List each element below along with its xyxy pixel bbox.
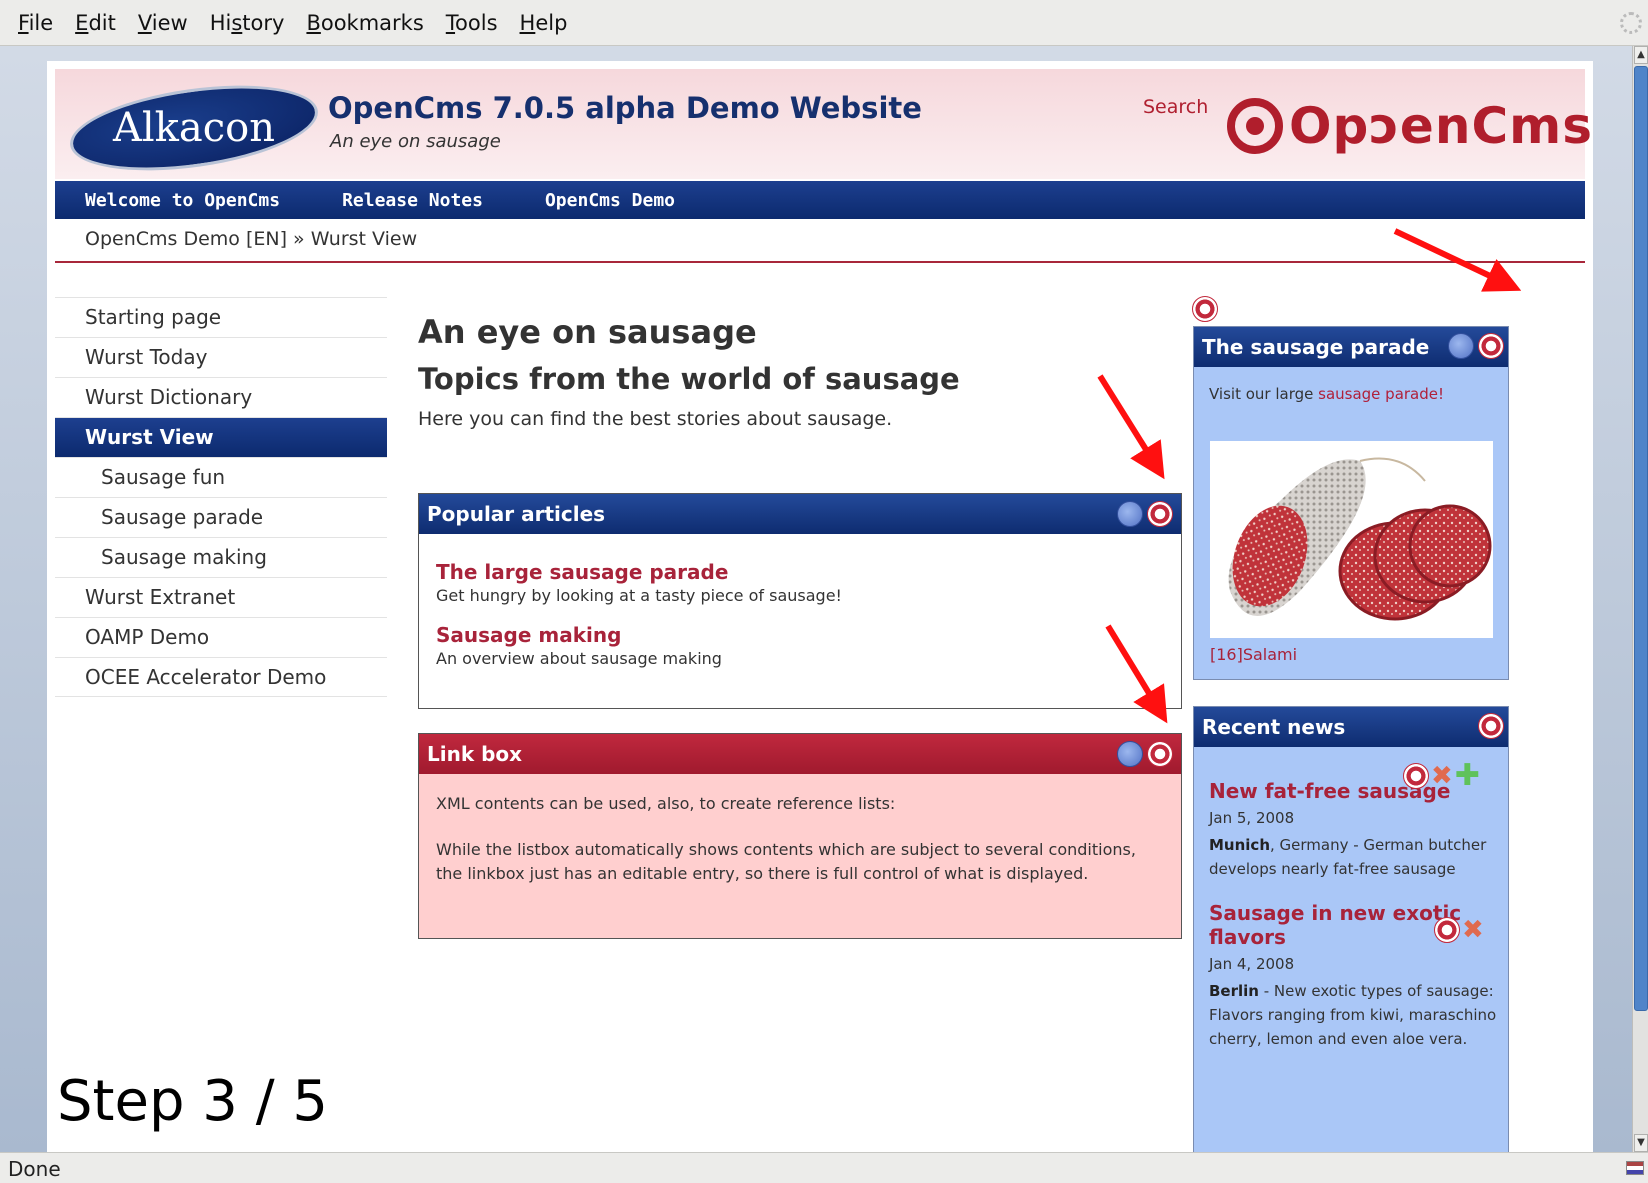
link-box-text: While the listbox automatically shows co… bbox=[436, 840, 1136, 883]
breadcrumb[interactable]: OpenCms Demo [EN] » Wurst View bbox=[85, 228, 417, 250]
sidebar-item-sausage-making[interactable]: Sausage making bbox=[55, 537, 387, 577]
edit-page-icon[interactable] bbox=[1192, 296, 1218, 322]
nav-release-notes[interactable]: Release Notes bbox=[342, 190, 483, 211]
page-subheading: Topics from the world of sausage bbox=[418, 362, 960, 396]
web-page: Alkacon OpenCms 7.0.5 alpha Demo Website… bbox=[47, 61, 1593, 1152]
sidebar-nav: Starting page Wurst Today Wurst Dictionary… bbox=[55, 297, 387, 697]
menu-file[interactable]: File bbox=[18, 11, 53, 35]
sidebar-item-sausage-parade[interactable]: Sausage parade bbox=[55, 497, 387, 537]
move-icon[interactable] bbox=[1117, 501, 1143, 527]
article-link[interactable]: Sausage making bbox=[436, 623, 1181, 647]
popular-articles-box: Popular articles The large sausage parad… bbox=[418, 493, 1182, 709]
alkacon-logo-text: Alkacon bbox=[112, 105, 276, 152]
scroll-thumb[interactable] bbox=[1634, 66, 1648, 1011]
site-header: Alkacon OpenCms 7.0.5 alpha Demo Website… bbox=[55, 69, 1592, 185]
menu-tools[interactable]: Tools bbox=[446, 11, 498, 35]
browser-viewport: Alkacon OpenCms 7.0.5 alpha Demo Website… bbox=[0, 46, 1632, 1152]
delete-icon[interactable]: ✖ bbox=[1462, 917, 1484, 943]
nav-welcome[interactable]: Welcome to OpenCms bbox=[85, 190, 280, 211]
salami-picture bbox=[1228, 457, 1492, 621]
throbber-icon bbox=[1620, 12, 1642, 34]
visit-text: Visit our large bbox=[1209, 385, 1319, 403]
vertical-scrollbar[interactable]: ▲ ▼ bbox=[1632, 46, 1648, 1152]
opencms-logo[interactable]: OpɔenCms bbox=[1227, 97, 1593, 155]
news-edit-toolbar: ✖ ✚ bbox=[1403, 761, 1480, 791]
sidebar-item-wurst-view[interactable]: Wurst View bbox=[55, 417, 387, 457]
scroll-down-icon[interactable]: ▼ bbox=[1634, 1134, 1648, 1152]
parade-link[interactable]: sausage parade! bbox=[1318, 385, 1444, 403]
sidebar-item-wurst-dictionary[interactable]: Wurst Dictionary bbox=[55, 377, 387, 417]
breadcrumb-divider bbox=[55, 261, 1585, 263]
search-link[interactable]: Search bbox=[1143, 96, 1208, 118]
sidebar-item-ocee-accelerator-demo[interactable]: OCEE Accelerator Demo bbox=[55, 657, 387, 697]
article-link[interactable]: The large sausage parade bbox=[436, 560, 1181, 584]
recent-news-box: Recent news New fat-free sausage Jan 5, … bbox=[1193, 706, 1509, 1152]
edit-icon[interactable] bbox=[1403, 763, 1429, 789]
status-bar: Done bbox=[0, 1152, 1648, 1183]
news-place: Munich bbox=[1209, 836, 1270, 854]
recent-news-title: Recent news bbox=[1202, 715, 1346, 739]
salami-caption[interactable]: [16]Salami bbox=[1210, 645, 1297, 664]
status-text: Done bbox=[8, 1157, 61, 1181]
article-desc: An overview about sausage making bbox=[436, 649, 722, 668]
sausage-parade-title: The sausage parade bbox=[1202, 335, 1430, 359]
menu-bookmarks[interactable]: Bookmarks bbox=[306, 11, 423, 35]
sidebar-item-starting-page[interactable]: Starting page bbox=[55, 297, 387, 337]
edit-icon[interactable] bbox=[1434, 917, 1460, 943]
sidebar-item-oamp-demo[interactable]: OAMP Demo bbox=[55, 617, 387, 657]
edit-icon[interactable] bbox=[1147, 741, 1173, 767]
move-icon[interactable] bbox=[1448, 333, 1474, 359]
link-box-title: Link box bbox=[427, 742, 523, 766]
page-intro: Here you can find the best stories about… bbox=[418, 408, 893, 430]
link-box: Link box XML contents can be used, also,… bbox=[418, 733, 1182, 939]
edit-icon[interactable] bbox=[1478, 713, 1504, 739]
add-icon[interactable]: ✚ bbox=[1455, 761, 1480, 791]
menu-view[interactable]: View bbox=[138, 11, 188, 35]
news-date: Jan 5, 2008 bbox=[1209, 809, 1295, 827]
opencms-logo-text: OpɔenCms bbox=[1289, 97, 1593, 155]
sidebar-item-wurst-extranet[interactable]: Wurst Extranet bbox=[55, 577, 387, 617]
step-indicator: Step 3 / 5 bbox=[57, 1069, 329, 1134]
salami-image[interactable] bbox=[1210, 441, 1493, 638]
top-nav: Welcome to OpenCms Release Notes OpenCms… bbox=[55, 181, 1585, 219]
news-body: Munich, Germany - German butcher develop… bbox=[1209, 833, 1499, 881]
article-desc: Get hungry by looking at a tasty piece o… bbox=[436, 586, 842, 605]
edit-icon[interactable] bbox=[1478, 333, 1504, 359]
scroll-up-icon[interactable]: ▲ bbox=[1634, 46, 1648, 64]
sidebar-item-sausage-fun[interactable]: Sausage fun bbox=[55, 457, 387, 497]
delete-icon[interactable]: ✖ bbox=[1431, 763, 1453, 789]
site-title: OpenCms 7.0.5 alpha Demo Website bbox=[328, 91, 922, 125]
menu-edit[interactable]: Edit bbox=[75, 11, 116, 35]
opencms-eye-icon bbox=[1227, 98, 1283, 154]
move-icon[interactable] bbox=[1117, 741, 1143, 767]
parade-visit-text: Visit our large sausage parade! bbox=[1209, 385, 1508, 403]
nav-opencms-demo[interactable]: OpenCms Demo bbox=[545, 190, 675, 211]
menu-help[interactable]: Help bbox=[520, 11, 568, 35]
news-place: Berlin bbox=[1209, 982, 1259, 1000]
sausage-parade-box: The sausage parade Visit our large sausa… bbox=[1193, 326, 1509, 680]
news-edit-toolbar: ✖ bbox=[1434, 917, 1484, 943]
link-box-text: XML contents can be used, also, to creat… bbox=[436, 794, 896, 813]
page-heading: An eye on sausage bbox=[418, 313, 757, 351]
news-body: Berlin - New exotic types of sausage: Fl… bbox=[1209, 979, 1499, 1051]
edit-icon[interactable] bbox=[1147, 501, 1173, 527]
popular-articles-title: Popular articles bbox=[427, 502, 606, 526]
site-subtitle: An eye on sausage bbox=[330, 131, 501, 152]
browser-menubar: File Edit View History Bookmarks Tools Help bbox=[0, 0, 1648, 46]
sidebar-item-wurst-today[interactable]: Wurst Today bbox=[55, 337, 387, 377]
menu-history[interactable]: History bbox=[210, 11, 285, 35]
flag-icon bbox=[1626, 1161, 1644, 1175]
alkacon-logo[interactable]: Alkacon bbox=[64, 71, 324, 185]
news-date: Jan 4, 2008 bbox=[1209, 955, 1295, 973]
